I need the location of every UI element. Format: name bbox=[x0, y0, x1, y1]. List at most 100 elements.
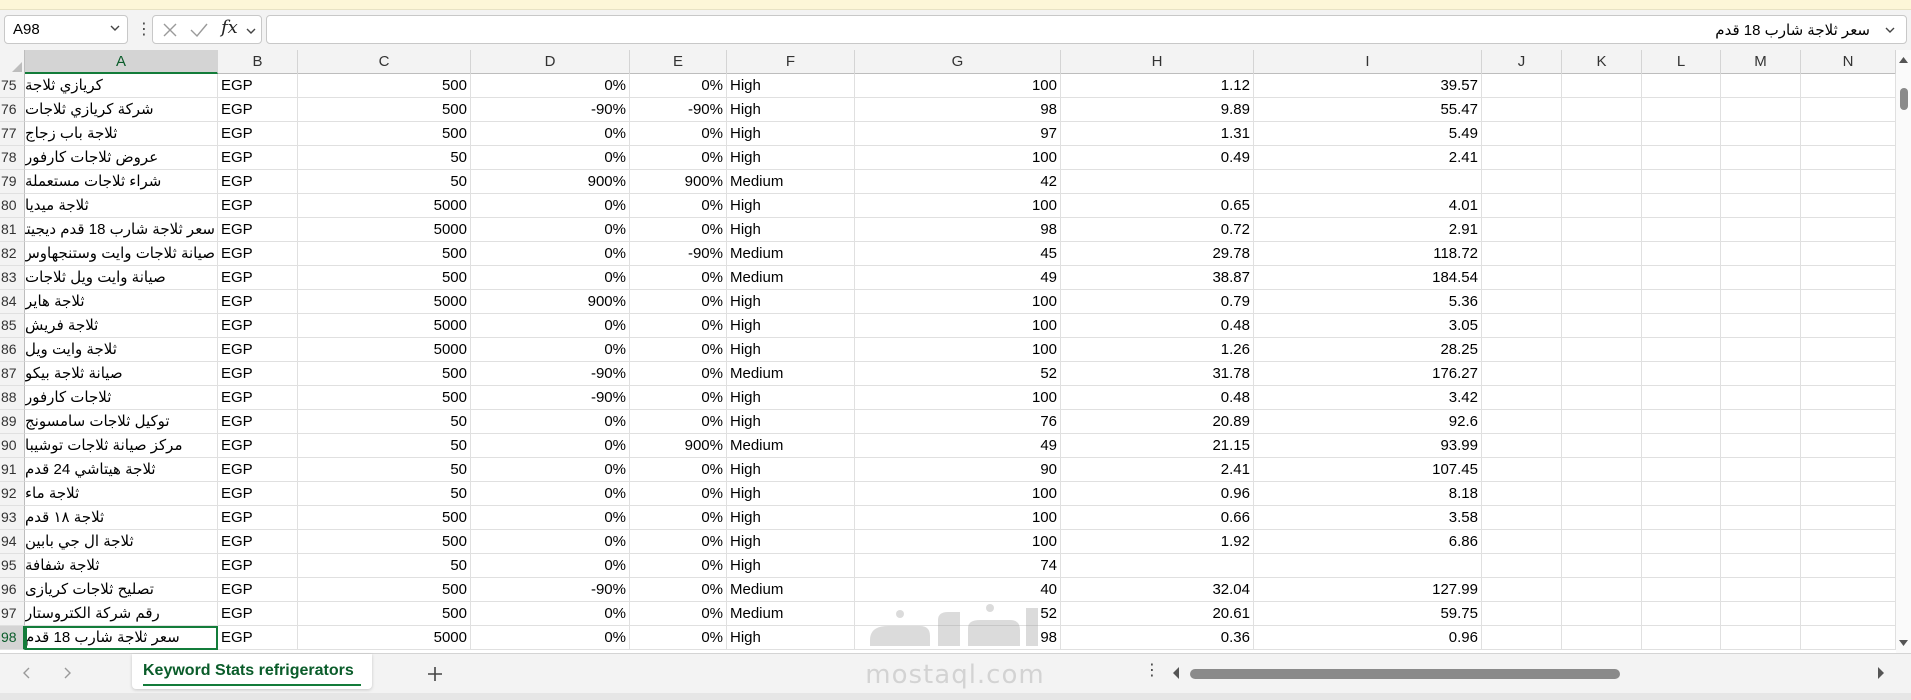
cell-e[interactable]: 0% bbox=[630, 338, 727, 362]
cell-g[interactable]: 100 bbox=[855, 338, 1061, 362]
row-header[interactable]: 85 bbox=[0, 314, 25, 338]
cell-n[interactable] bbox=[1801, 458, 1896, 482]
cell-l[interactable] bbox=[1642, 434, 1721, 458]
cell-b[interactable]: EGP bbox=[218, 410, 298, 434]
cell-b[interactable]: EGP bbox=[218, 506, 298, 530]
more-options-icon[interactable]: ⋮ bbox=[136, 22, 152, 39]
cell-d[interactable]: 0% bbox=[471, 218, 630, 242]
cell-l[interactable] bbox=[1642, 218, 1721, 242]
cell-k[interactable] bbox=[1562, 122, 1642, 146]
more-options-icon[interactable]: ⋮ bbox=[1144, 663, 1160, 684]
cell-d[interactable]: 0% bbox=[471, 530, 630, 554]
cell-a[interactable]: ثلاجة ال جي بابين bbox=[25, 530, 218, 554]
cell-j[interactable] bbox=[1482, 386, 1562, 410]
cell-i[interactable]: 118.72 bbox=[1254, 242, 1482, 266]
row-header[interactable]: 82 bbox=[0, 242, 25, 266]
cell-c[interactable]: 500 bbox=[298, 122, 471, 146]
cell-i[interactable]: 127.99 bbox=[1254, 578, 1482, 602]
cell-j[interactable] bbox=[1482, 626, 1562, 650]
cell-h[interactable]: 0.96 bbox=[1061, 482, 1254, 506]
cell-k[interactable] bbox=[1562, 218, 1642, 242]
cell-k[interactable] bbox=[1562, 482, 1642, 506]
cell-f[interactable]: High bbox=[727, 626, 855, 650]
cell-a[interactable]: ثلاجات كارفور bbox=[25, 386, 218, 410]
cell-i[interactable]: 93.99 bbox=[1254, 434, 1482, 458]
cell-b[interactable]: EGP bbox=[218, 554, 298, 578]
cell-m[interactable] bbox=[1721, 194, 1801, 218]
cell-e[interactable]: 0% bbox=[630, 386, 727, 410]
cell-m[interactable] bbox=[1721, 602, 1801, 626]
cell-c[interactable]: 5000 bbox=[298, 218, 471, 242]
cell-f[interactable]: High bbox=[727, 386, 855, 410]
cell-l[interactable] bbox=[1642, 362, 1721, 386]
cell-m[interactable] bbox=[1721, 242, 1801, 266]
cell-g[interactable]: 100 bbox=[855, 506, 1061, 530]
column-header-c[interactable]: C bbox=[298, 50, 471, 74]
cell-n[interactable] bbox=[1801, 362, 1896, 386]
cell-m[interactable] bbox=[1721, 290, 1801, 314]
cell-a[interactable]: مركز صيانة ثلاجات توشيبا bbox=[25, 434, 218, 458]
cell-c[interactable]: 5000 bbox=[298, 338, 471, 362]
cell-a[interactable]: صيانة ثلاجات وايت وستنجهاوس bbox=[25, 242, 218, 266]
row-header[interactable]: 93 bbox=[0, 506, 25, 530]
column-header-d[interactable]: D bbox=[471, 50, 630, 74]
cell-k[interactable] bbox=[1562, 434, 1642, 458]
cell-l[interactable] bbox=[1642, 74, 1721, 98]
cell-n[interactable] bbox=[1801, 578, 1896, 602]
cell-j[interactable] bbox=[1482, 290, 1562, 314]
cell-f[interactable]: High bbox=[727, 98, 855, 122]
row-header[interactable]: 78 bbox=[0, 146, 25, 170]
cell-c[interactable]: 500 bbox=[298, 506, 471, 530]
cell-m[interactable] bbox=[1721, 122, 1801, 146]
cell-k[interactable] bbox=[1562, 266, 1642, 290]
column-header-h[interactable]: H bbox=[1061, 50, 1254, 74]
cell-k[interactable] bbox=[1562, 314, 1642, 338]
cell-h[interactable]: 1.92 bbox=[1061, 530, 1254, 554]
column-header-m[interactable]: M bbox=[1721, 50, 1801, 74]
cell-e[interactable]: 0% bbox=[630, 410, 727, 434]
cell-g[interactable]: 76 bbox=[855, 410, 1061, 434]
cell-k[interactable] bbox=[1562, 578, 1642, 602]
cell-g[interactable]: 74 bbox=[855, 554, 1061, 578]
cell-e[interactable]: 0% bbox=[630, 506, 727, 530]
cell-d[interactable]: -90% bbox=[471, 386, 630, 410]
cell-g[interactable]: 100 bbox=[855, 290, 1061, 314]
cell-l[interactable] bbox=[1642, 410, 1721, 434]
cell-k[interactable] bbox=[1562, 506, 1642, 530]
cell-a[interactable]: سعر ثلاجة شارب 18 قدم bbox=[25, 626, 218, 650]
cell-n[interactable] bbox=[1801, 434, 1896, 458]
cell-e[interactable]: 0% bbox=[630, 626, 727, 650]
cell-h[interactable]: 2.41 bbox=[1061, 458, 1254, 482]
column-header-f[interactable]: F bbox=[727, 50, 855, 74]
cell-l[interactable] bbox=[1642, 290, 1721, 314]
cell-n[interactable] bbox=[1801, 506, 1896, 530]
row-header[interactable]: 77 bbox=[0, 122, 25, 146]
cell-j[interactable] bbox=[1482, 434, 1562, 458]
cell-l[interactable] bbox=[1642, 530, 1721, 554]
cell-n[interactable] bbox=[1801, 194, 1896, 218]
cell-k[interactable] bbox=[1562, 626, 1642, 650]
cell-n[interactable] bbox=[1801, 170, 1896, 194]
cell-c[interactable]: 50 bbox=[298, 146, 471, 170]
row-header[interactable]: 91 bbox=[0, 458, 25, 482]
cell-c[interactable]: 5000 bbox=[298, 314, 471, 338]
cell-h[interactable]: 38.87 bbox=[1061, 266, 1254, 290]
column-header-g[interactable]: G bbox=[855, 50, 1061, 74]
cell-j[interactable] bbox=[1482, 146, 1562, 170]
cell-f[interactable]: High bbox=[727, 554, 855, 578]
cell-m[interactable] bbox=[1721, 146, 1801, 170]
cell-a[interactable]: كريازي ثلاجة bbox=[25, 74, 218, 98]
cell-a[interactable]: عروض ثلاجات كارفور bbox=[25, 146, 218, 170]
cell-h[interactable]: 0.48 bbox=[1061, 314, 1254, 338]
cell-f[interactable]: High bbox=[727, 146, 855, 170]
cell-m[interactable] bbox=[1721, 578, 1801, 602]
cell-i[interactable]: 2.41 bbox=[1254, 146, 1482, 170]
cell-c[interactable]: 500 bbox=[298, 362, 471, 386]
column-header-a[interactable]: A bbox=[25, 50, 218, 74]
cell-i[interactable] bbox=[1254, 554, 1482, 578]
cell-m[interactable] bbox=[1721, 98, 1801, 122]
cell-d[interactable]: 0% bbox=[471, 338, 630, 362]
row-header[interactable]: 80 bbox=[0, 194, 25, 218]
cell-i[interactable]: 5.36 bbox=[1254, 290, 1482, 314]
cell-g[interactable]: 42 bbox=[855, 170, 1061, 194]
